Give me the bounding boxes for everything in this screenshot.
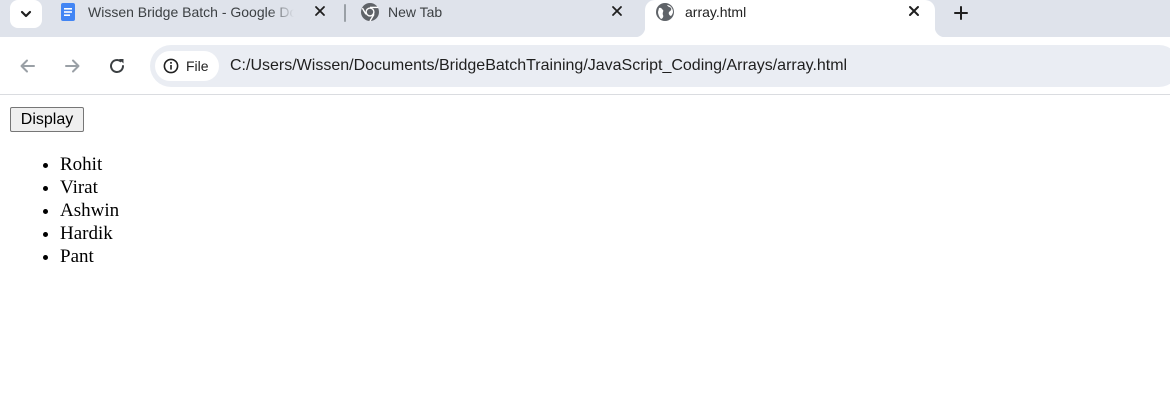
- plus-icon: [954, 6, 968, 20]
- tab-new-tab[interactable]: New Tab: [346, 0, 636, 37]
- browser-toolbar: File C:/Users/Wissen/Documents/BridgeBat…: [0, 37, 1170, 95]
- list-item: Hardik: [60, 222, 119, 245]
- arrow-left-icon: [20, 59, 35, 73]
- tab-title: array.html: [685, 4, 747, 20]
- chip-label: File: [186, 58, 209, 74]
- reload-button[interactable]: [105, 54, 129, 78]
- tab-search-button[interactable]: [10, 0, 42, 28]
- close-icon[interactable]: [312, 3, 328, 19]
- google-docs-icon: [61, 3, 75, 21]
- url-text[interactable]: C:/Users/Wissen/Documents/BridgeBatchTra…: [230, 57, 847, 75]
- chevron-down-icon: [20, 10, 32, 18]
- tab-array-html[interactable]: array.html: [635, 0, 945, 37]
- forward-button[interactable]: [60, 54, 84, 78]
- list-item: Ashwin: [60, 199, 119, 222]
- site-info-chip[interactable]: File: [155, 51, 219, 81]
- list-item: Pant: [60, 245, 119, 268]
- close-icon[interactable]: [906, 3, 922, 19]
- tab-title: New Tab: [388, 4, 443, 20]
- arrow-right-icon: [65, 59, 80, 73]
- back-button[interactable]: [16, 54, 40, 78]
- tab-google-docs[interactable]: Wissen Bridge Batch - Google Docs: [44, 0, 344, 37]
- player-list: Rohit Virat Ashwin Hardik Pant: [60, 153, 119, 268]
- tab-title: Wissen Bridge Batch - Google Docs: [88, 4, 294, 20]
- close-icon[interactable]: [609, 3, 625, 19]
- page-content: Display Rohit Virat Ashwin Hardik Pant: [0, 96, 1170, 405]
- new-tab-button[interactable]: [950, 2, 972, 24]
- list-item: Rohit: [60, 153, 119, 176]
- address-bar[interactable]: File C:/Users/Wissen/Documents/BridgeBat…: [150, 45, 1170, 87]
- tab-strip: Wissen Bridge Batch - Google Docs New Ta…: [0, 0, 1170, 37]
- list-item: Virat: [60, 176, 119, 199]
- reload-icon: [110, 59, 124, 73]
- info-icon: [163, 58, 179, 74]
- globe-icon: [656, 3, 674, 21]
- display-button[interactable]: Display: [10, 107, 84, 132]
- chrome-icon: [361, 3, 379, 22]
